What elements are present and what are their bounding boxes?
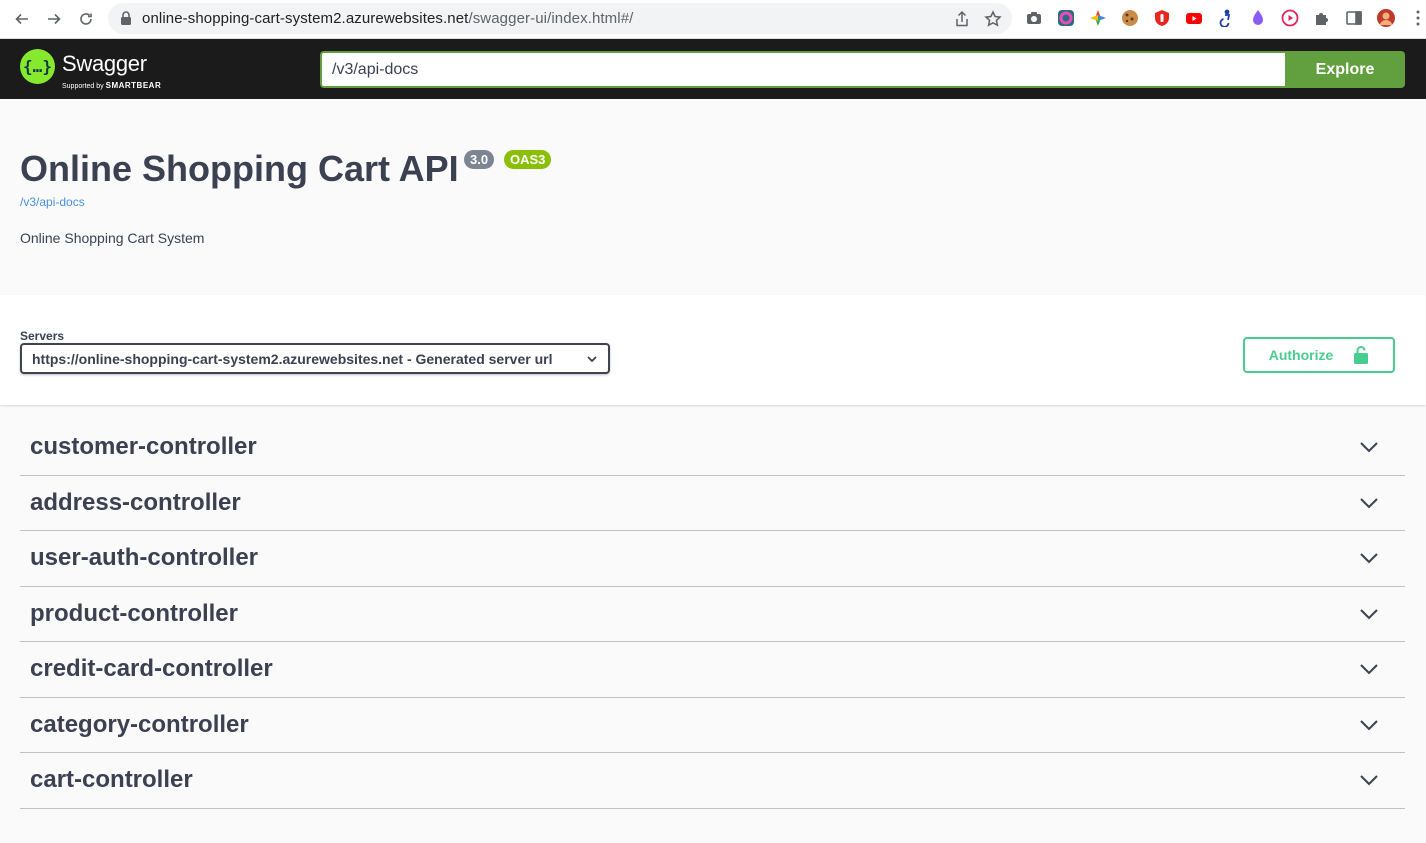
shield-extension-icon[interactable] <box>1152 8 1172 28</box>
chevron-down-icon <box>587 355 597 362</box>
tag-section-address-controller[interactable]: address-controller <box>20 476 1405 531</box>
reload-icon[interactable] <box>73 6 99 32</box>
youtube-extension-icon[interactable] <box>1184 8 1204 28</box>
tag-name: customer-controller <box>30 433 257 461</box>
color-picker-extension-icon[interactable] <box>1056 8 1076 28</box>
chevron-down-icon[interactable] <box>1359 604 1379 624</box>
cookie-extension-icon[interactable] <box>1120 8 1140 28</box>
unlock-icon <box>1354 346 1369 364</box>
swagger-logo-icon[interactable]: {…} <box>20 49 55 84</box>
tag-name: product-controller <box>30 599 238 627</box>
tag-name: category-controller <box>30 710 249 738</box>
address-bar[interactable]: online-shopping-cart-system2.azurewebsit… <box>108 3 1012 34</box>
browser-menu-icon[interactable] <box>1408 8 1426 28</box>
url-text: online-shopping-cart-system2.azurewebsit… <box>142 10 633 27</box>
explore-button[interactable]: Explore <box>1285 51 1405 88</box>
smartbear-tagline: Supported by SMARTBEAR <box>62 81 161 90</box>
chevron-down-icon[interactable] <box>1359 437 1379 457</box>
api-info: Online Shopping Cart API 3.0 OAS3 /v3/ap… <box>0 99 1426 295</box>
spec-link[interactable]: /v3/api-docs <box>20 195 85 209</box>
url-path: /swagger-ui/index.html#/ <box>468 10 634 27</box>
tag-section-credit-card-controller[interactable]: credit-card-controller <box>20 642 1405 698</box>
authorize-label: Authorize <box>1268 347 1334 363</box>
bookmark-star-icon[interactable] <box>984 10 1002 28</box>
color-wheel-extension-icon[interactable] <box>1088 8 1108 28</box>
tag-section-category-controller[interactable]: category-controller <box>20 698 1405 753</box>
servers-select[interactable]: https://online-shopping-cart-system2.azu… <box>20 343 610 374</box>
selected-server: https://online-shopping-cart-system2.azu… <box>32 350 553 367</box>
url-host: online-shopping-cart-system2.azurewebsit… <box>142 10 469 27</box>
back-arrow-icon[interactable] <box>9 6 35 32</box>
tag-name: credit-card-controller <box>30 655 273 683</box>
authorize-button[interactable]: Authorize <box>1243 337 1395 373</box>
tag-section-cart-controller[interactable]: cart-controller <box>20 753 1405 809</box>
tagline-brand: SMARTBEAR <box>105 81 162 90</box>
tag-name: cart-controller <box>30 766 193 794</box>
chevron-down-icon[interactable] <box>1359 493 1379 513</box>
tag-name: user-auth-controller <box>30 544 259 572</box>
tag-section-customer-controller[interactable]: customer-controller <box>20 420 1405 476</box>
swagger-logo-text[interactable]: Swagger <box>62 51 147 77</box>
drop-extension-icon[interactable] <box>1248 8 1268 28</box>
swagger-topbar: {…} Swagger Supported by SMARTBEAR Explo… <box>0 39 1426 99</box>
tag-section-user-auth-controller[interactable]: user-auth-controller <box>20 531 1405 587</box>
share-icon[interactable] <box>953 10 971 28</box>
tag-section-product-controller[interactable]: product-controller <box>20 587 1405 642</box>
puzzle-extensions-icon[interactable] <box>1312 8 1332 28</box>
chevron-down-icon[interactable] <box>1359 770 1379 790</box>
chevron-down-icon[interactable] <box>1359 715 1379 735</box>
servers-label: Servers <box>20 329 65 343</box>
lock-icon <box>121 11 131 25</box>
scheme-container: Servers https://online-shopping-cart-sys… <box>0 295 1426 405</box>
api-description: Online Shopping Cart System <box>20 230 205 246</box>
tagline-prefix: Supported by <box>62 83 104 90</box>
tag-list: customer-controller address-controller u… <box>20 420 1405 809</box>
tag-name: address-controller <box>30 488 241 516</box>
chevron-down-icon[interactable] <box>1359 659 1379 679</box>
oas-badge: OAS3 <box>504 150 552 169</box>
browser-toolbar: online-shopping-cart-system2.azurewebsit… <box>0 0 1426 39</box>
side-panel-icon[interactable] <box>1344 8 1364 28</box>
profile-avatar-icon[interactable] <box>1376 8 1396 28</box>
accessibility-extension-icon[interactable] <box>1216 8 1236 28</box>
forward-arrow-icon[interactable] <box>41 6 67 32</box>
version-badge: 3.0 <box>464 150 495 169</box>
camera-icon[interactable] <box>1024 8 1044 28</box>
play-extension-icon[interactable] <box>1280 8 1300 28</box>
api-title: Online Shopping Cart API <box>20 148 459 189</box>
spec-url-input[interactable] <box>320 51 1286 88</box>
chevron-down-icon[interactable] <box>1359 548 1379 568</box>
